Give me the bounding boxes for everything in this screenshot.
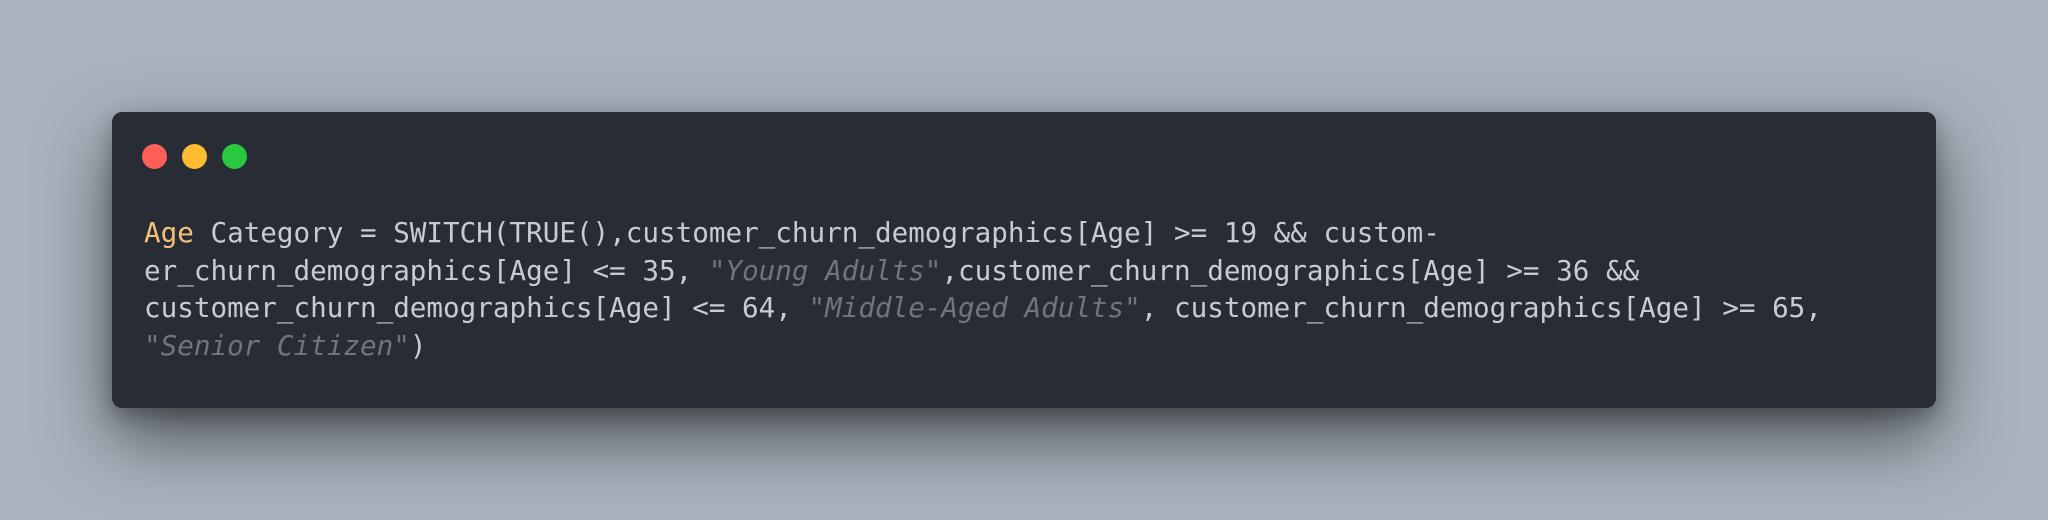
code-line-4: "Senior Citizen") <box>144 327 1906 365</box>
code-keyword: Age <box>144 216 194 249</box>
code-text: ) <box>409 328 427 362</box>
minimize-button[interactable] <box>182 144 207 169</box>
code-line-3: customer_churn_demographics[Age] <= 64, … <box>144 289 1906 327</box>
code-text: ,customer_churn_demographics[Age] >= 36 … <box>941 253 1640 287</box>
code-line-2: er_churn_demographics[Age] <= 35, "Young… <box>144 252 1906 290</box>
code-string: "Senior Citizen" <box>144 328 410 362</box>
code-string: "Middle-Aged Adults" <box>808 291 1141 324</box>
code-line-1: Age Category = SWITCH(TRUE(),customer_ch… <box>144 214 1906 252</box>
code-string: "Young Adults" <box>708 253 942 287</box>
window-controls <box>142 144 247 169</box>
code-text: er_churn_demographics[Age] <= 35, <box>144 253 709 287</box>
close-button[interactable] <box>142 144 167 169</box>
code-block: Age Category = SWITCH(TRUE(),customer_ch… <box>144 214 1906 364</box>
code-text: , customer_churn_demographics[Age] >= 65… <box>1140 291 1822 324</box>
code-text: Category = SWITCH(TRUE(),customer_churn_… <box>193 216 1440 249</box>
maximize-button[interactable] <box>222 144 247 169</box>
code-text: customer_churn_demographics[Age] <= 64, <box>144 291 809 324</box>
code-window: Age Category = SWITCH(TRUE(),customer_ch… <box>112 112 1936 408</box>
